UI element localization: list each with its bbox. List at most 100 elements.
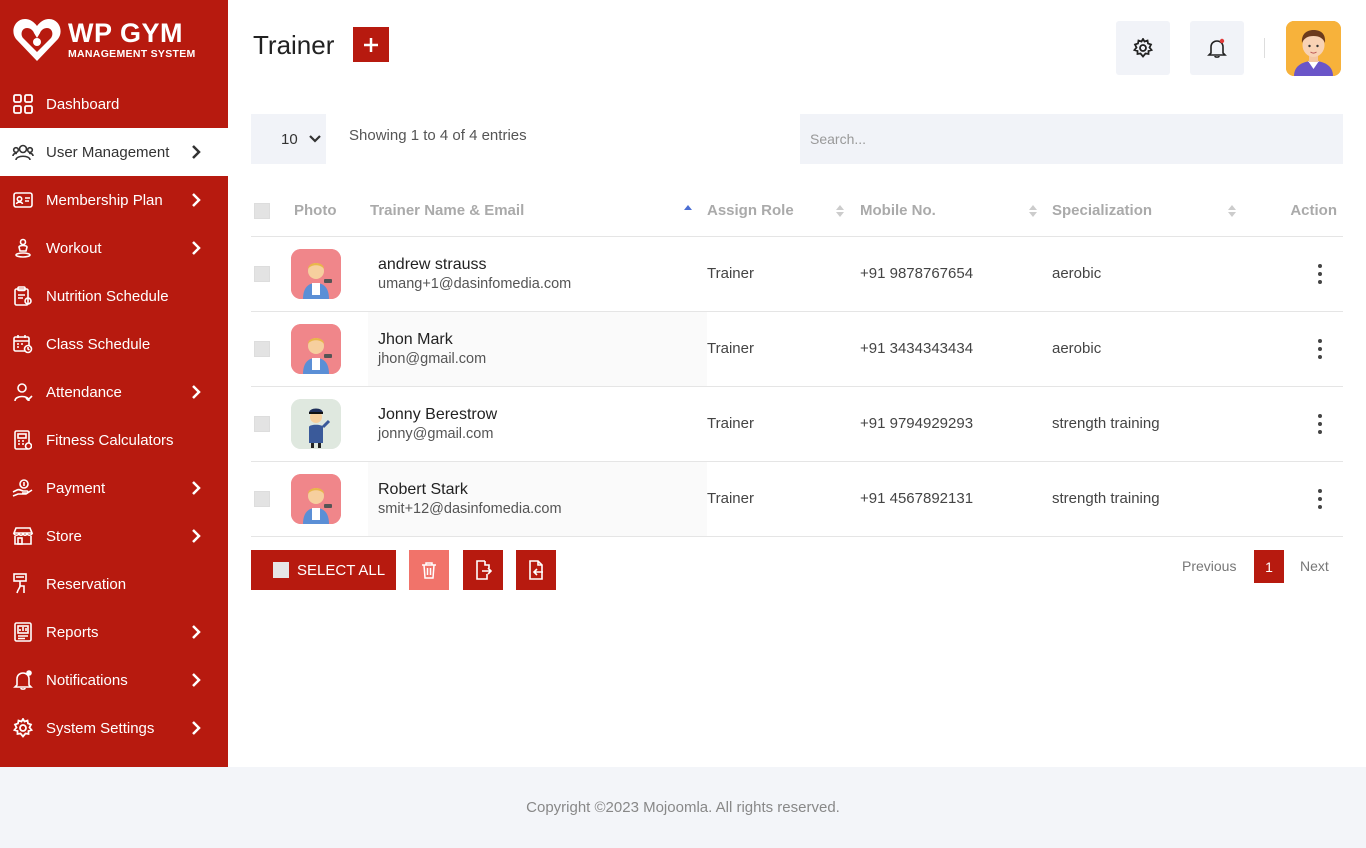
sidebar-item-fitness-calculators[interactable]: Fitness Calculators [0,416,228,464]
page-title: Trainer [253,30,335,60]
store-icon [12,525,34,547]
sidebar: WP GYM MANAGEMENT SYSTEM Dashboard User … [0,0,228,767]
calculator-icon [12,429,34,451]
trainer-email: smit+12@dasinfomedia.com [378,500,562,517]
payment-icon [12,477,34,499]
row-checkbox-cell [251,461,291,537]
pagination-page-1[interactable]: 1 [1254,550,1284,583]
mobile-cell: +91 9878767654 [860,236,1052,312]
mobile-cell: +91 4567892131 [860,461,1052,537]
page-footer: Copyright ©2023 Mojoomla. All rights res… [0,767,1366,848]
trainer-avatar [291,473,341,524]
search-input[interactable] [800,114,1343,164]
select-all-button[interactable]: SELECT ALL [251,550,396,590]
more-actions-icon[interactable] [1318,338,1322,359]
action-cell [1257,461,1343,537]
photo-header: Photo [291,186,368,237]
sidebar-item-class-schedule[interactable]: Class Schedule [0,320,228,368]
sidebar-item-workout[interactable]: Workout [0,224,228,272]
more-actions-icon[interactable] [1318,488,1322,509]
user-avatar[interactable] [1286,21,1341,76]
chevron-right-icon [192,385,201,399]
trainer-email: umang+1@dasinfomedia.com [378,275,572,292]
sidebar-item-label: User Management [46,143,170,161]
brand-name: WP GYM [68,18,184,49]
action-cell [1257,311,1343,387]
page-length-value: 10 [281,130,298,148]
clipboard-icon [12,285,34,307]
photo-cell [291,461,368,537]
notifications-button[interactable] [1190,21,1244,75]
sidebar-item-user-management[interactable]: User Management [0,128,228,176]
heart-logo-icon [12,17,62,63]
chevron-right-icon [192,673,201,687]
name-email-header[interactable]: Trainer Name & Email [368,186,707,237]
row-checkbox[interactable] [254,265,270,282]
calendar-icon [12,333,34,355]
delete-selected-button[interactable] [409,550,449,590]
sidebar-item-system-settings[interactable]: System Settings [0,704,228,752]
sidebar-item-attendance[interactable]: Attendance [0,368,228,416]
select-all-header-cell [251,186,291,237]
id-card-icon [12,189,34,211]
row-checkbox[interactable] [254,490,270,507]
pagination-next[interactable]: Next [1300,558,1329,574]
sidebar-item-label: Store [46,527,82,545]
sidebar-item-label: Notifications [46,671,128,689]
name-email-cell: Jonny Berestrow jonny@gmail.com [368,386,707,462]
trainer-name[interactable]: andrew strauss [378,256,707,274]
trainer-name[interactable]: Robert Stark [378,481,707,499]
plus-icon [364,37,378,52]
mobile-cell: +91 9794929293 [860,386,1052,462]
trainer-name[interactable]: Jonny Berestrow [378,406,707,424]
sidebar-item-label: Workout [46,239,102,257]
user-avatar-icon [1286,21,1341,76]
sidebar-item-reports[interactable]: Reports [0,608,228,656]
role-cell: Trainer [707,461,860,537]
sidebar-item-nutrition-schedule[interactable]: Nutrition Schedule [0,272,228,320]
specialization-cell: aerobic [1052,311,1257,387]
row-checkbox[interactable] [254,415,270,432]
sidebar-item-dashboard[interactable]: Dashboard [0,80,228,128]
sidebar-item-label: Fitness Calculators [46,431,174,449]
more-actions-icon[interactable] [1318,263,1322,284]
trainer-avatar-icon [291,248,341,299]
sidebar-item-store[interactable]: Store [0,512,228,560]
settings-button[interactable] [1116,21,1170,75]
police-avatar-icon [291,398,341,449]
mobile-header[interactable]: Mobile No. [860,186,1052,237]
police-avatar [291,398,341,449]
specialization-cell: aerobic [1052,236,1257,312]
page-length-select[interactable]: 10 [251,114,326,164]
role-header[interactable]: Assign Role [707,186,860,237]
header-checkbox[interactable] [254,202,270,219]
row-checkbox-cell [251,311,291,387]
sidebar-nav: Dashboard User Management Membership Pla… [0,80,228,752]
export-button[interactable] [463,550,503,590]
row-checkbox[interactable] [254,340,270,357]
sidebar-item-label: System Settings [46,719,155,737]
chevron-down-icon [308,135,321,143]
name-email-cell: Jhon Mark jhon@gmail.com [368,311,707,387]
action-cell [1257,386,1343,462]
sidebar-item-reservation[interactable]: Reservation [0,560,228,608]
add-trainer-button[interactable] [353,27,389,62]
trainer-name[interactable]: Jhon Mark [378,331,707,349]
file-import-icon [529,560,543,580]
sidebar-item-payment[interactable]: Payment [0,464,228,512]
sidebar-item-notifications[interactable]: Notifications [0,656,228,704]
sidebar-item-membership-plan[interactable]: Membership Plan [0,176,228,224]
chevron-right-icon [192,145,201,159]
pagination-previous[interactable]: Previous [1182,558,1236,574]
file-export-icon [476,560,492,580]
brand-logo[interactable]: WP GYM MANAGEMENT SYSTEM [0,0,228,80]
import-button[interactable] [516,550,556,590]
more-actions-icon[interactable] [1318,413,1322,434]
sidebar-item-label: Attendance [46,383,122,401]
chevron-right-icon [192,193,201,207]
specialization-header[interactable]: Specialization [1052,186,1257,237]
bell-icon [12,669,34,691]
trainer-avatar [291,248,341,299]
table-row: andrew strauss umang+1@dasinfomedia.com … [251,236,1343,312]
sidebar-item-label: Membership Plan [46,191,163,209]
